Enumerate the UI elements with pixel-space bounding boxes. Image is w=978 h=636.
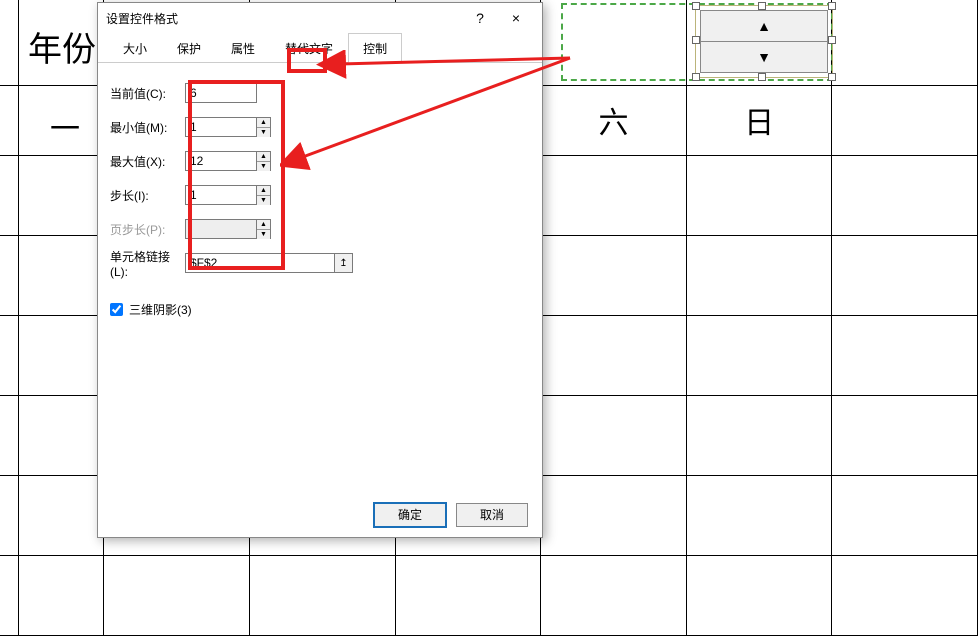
cell-link-input[interactable] xyxy=(185,253,335,273)
cell-link-label: 单元格链接(L): xyxy=(110,248,185,279)
header-7: 日 xyxy=(686,85,832,155)
format-control-dialog: 设置控件格式 ? × 大小 保护 属性 替代文字 控制 当前值(C): 最小值(… xyxy=(97,2,543,538)
current-value-label: 当前值(C): xyxy=(110,85,185,102)
step-label: 步长(I): xyxy=(110,187,185,204)
page-step-label: 页步长(P): xyxy=(110,221,185,238)
tab-size[interactable]: 大小 xyxy=(108,33,162,63)
spin-up-icon[interactable]: ▲ xyxy=(257,152,270,162)
range-picker-button[interactable]: ↥ xyxy=(335,253,353,273)
cancel-button[interactable]: 取消 xyxy=(456,503,528,527)
dialog-tabs: 大小 保护 属性 替代文字 控制 xyxy=(98,33,542,63)
min-value-input[interactable] xyxy=(185,117,257,137)
ok-button[interactable]: 确定 xyxy=(374,503,446,527)
spin-down-icon[interactable]: ▼ xyxy=(257,196,270,205)
tab-props[interactable]: 属性 xyxy=(216,33,270,63)
help-button[interactable]: ? xyxy=(462,4,498,32)
dialog-titlebar[interactable]: 设置控件格式 ? × xyxy=(98,3,542,33)
min-value-label: 最小值(M): xyxy=(110,119,185,136)
step-input[interactable] xyxy=(185,185,257,205)
spinner-control[interactable]: ▲ ▼ xyxy=(700,10,828,73)
dialog-footer: 确定 取消 xyxy=(98,492,542,537)
close-button[interactable]: × xyxy=(498,4,534,32)
page-spinner: ▲▼ xyxy=(257,219,271,239)
spin-down-icon[interactable]: ▼ xyxy=(257,162,270,171)
spin-down-icon: ▼ xyxy=(257,230,270,239)
header-6: 六 xyxy=(541,85,687,155)
spinner-down-button[interactable]: ▼ xyxy=(701,42,827,72)
tab-control[interactable]: 控制 xyxy=(348,33,402,63)
max-spinner[interactable]: ▲▼ xyxy=(257,151,271,171)
max-value-label: 最大值(X): xyxy=(110,153,185,170)
page-step-input xyxy=(185,219,257,239)
shadow-label: 三维阴影(3) xyxy=(129,301,192,318)
range-picker-icon: ↥ xyxy=(339,258,347,269)
spin-down-icon[interactable]: ▼ xyxy=(257,128,270,137)
min-spinner[interactable]: ▲▼ xyxy=(257,117,271,137)
year-label-partial: 年份 xyxy=(28,22,96,71)
spin-up-icon[interactable]: ▲ xyxy=(257,118,270,128)
tab-protect[interactable]: 保护 xyxy=(162,33,216,63)
tab-alt[interactable]: 替代文字 xyxy=(270,33,348,63)
shadow-checkbox[interactable] xyxy=(110,303,123,316)
dialog-title: 设置控件格式 xyxy=(106,10,462,27)
current-value-input[interactable] xyxy=(185,83,257,103)
spin-up-icon[interactable]: ▲ xyxy=(257,186,270,196)
max-value-input[interactable] xyxy=(185,151,257,171)
header-1: 一 xyxy=(50,104,80,148)
dialog-body: 当前值(C): 最小值(M): ▲▼ 最大值(X): ▲▼ 步长(I): ▲▼ … xyxy=(98,63,542,492)
spinner-up-button[interactable]: ▲ xyxy=(701,11,827,42)
step-spinner[interactable]: ▲▼ xyxy=(257,185,271,205)
spin-up-icon: ▲ xyxy=(257,220,270,230)
